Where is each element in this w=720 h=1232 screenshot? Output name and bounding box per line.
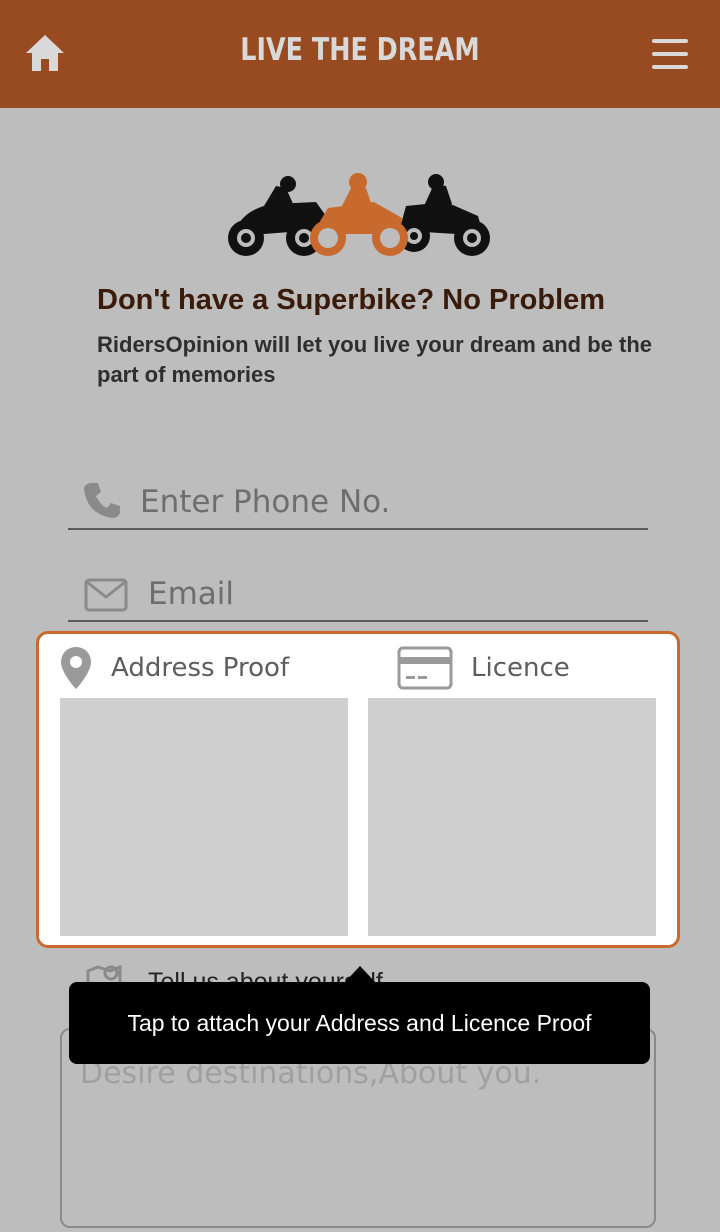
licence-header: Licence	[397, 644, 570, 692]
email-input[interactable]	[148, 572, 628, 616]
mail-icon	[84, 578, 128, 612]
tooltip-arrow	[344, 966, 376, 983]
home-button[interactable]	[20, 28, 70, 78]
location-pin-icon	[61, 647, 91, 689]
app-title: LIVE THE DREAM	[240, 32, 480, 68]
email-field[interactable]	[68, 562, 648, 622]
phone-input[interactable]	[140, 480, 620, 524]
riders-illustration	[228, 173, 490, 256]
app-header: LIVE THE DREAM	[0, 0, 720, 108]
phone-icon	[84, 483, 120, 518]
document-upload-card: Address Proof Licence	[36, 631, 680, 948]
licence-label: Licence	[471, 653, 570, 683]
id-card-icon	[397, 646, 453, 690]
licence-upload[interactable]	[368, 698, 656, 936]
attach-proof-tooltip: Tap to attach your Address and Licence P…	[69, 982, 650, 1064]
phone-field[interactable]	[68, 470, 648, 530]
address-proof-header: Address Proof	[59, 644, 289, 692]
menu-button[interactable]	[648, 34, 692, 74]
page-headline: Don't have a Superbike? No Problem	[97, 284, 606, 316]
address-proof-upload[interactable]	[60, 698, 348, 936]
home-icon	[26, 35, 64, 71]
page-subtitle: RidersOpinion will let you live your dre…	[97, 332, 652, 387]
address-proof-label: Address Proof	[111, 653, 290, 683]
hamburger-menu-icon	[652, 39, 688, 43]
